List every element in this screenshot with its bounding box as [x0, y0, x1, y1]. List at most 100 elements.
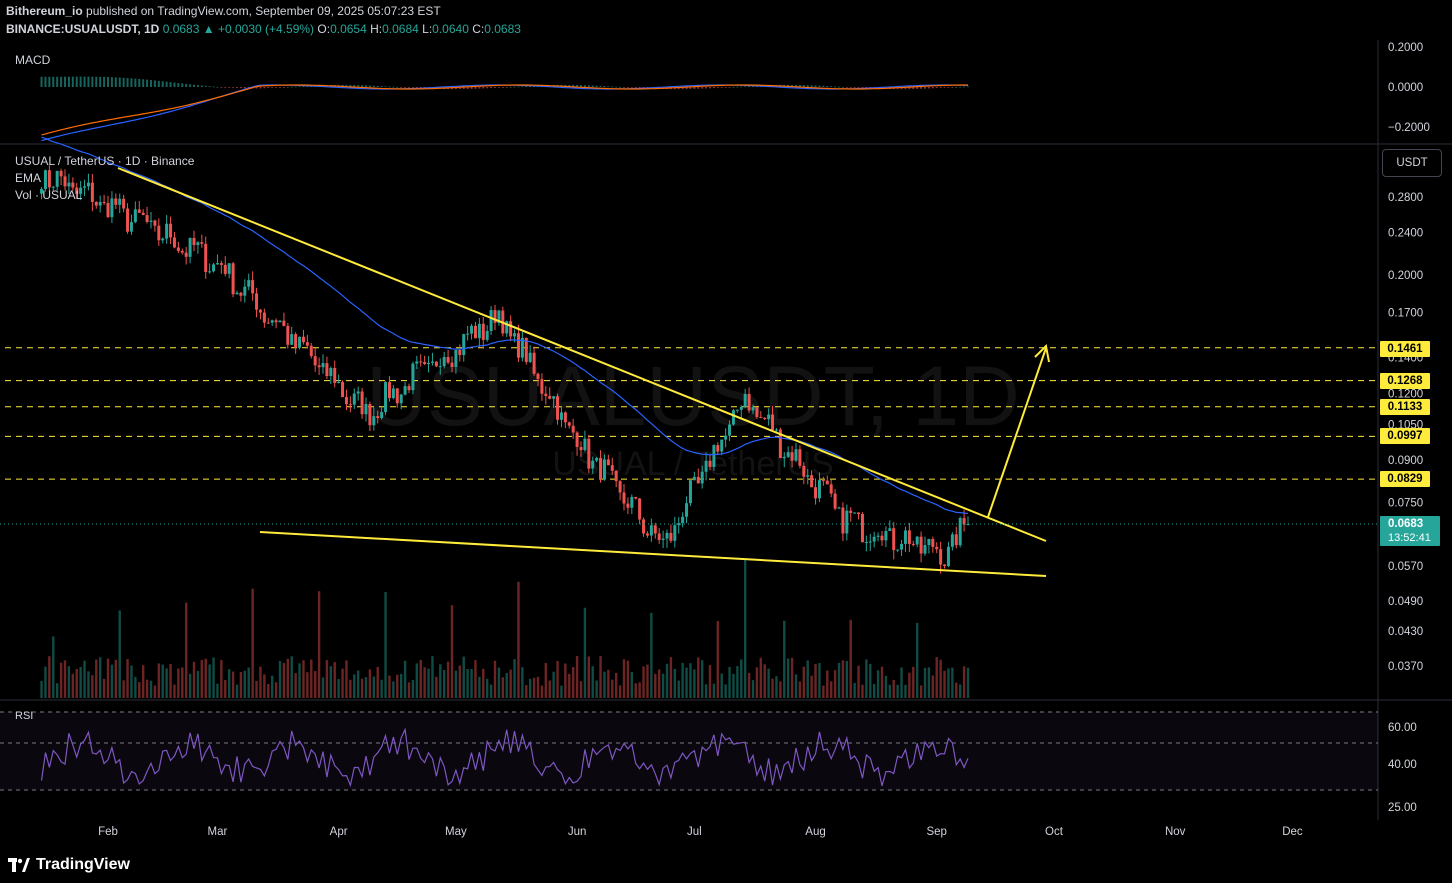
- candle-body: [161, 238, 165, 241]
- volume-bar: [204, 658, 207, 698]
- volume-bar: [165, 668, 168, 698]
- candle-body: [544, 393, 548, 396]
- footer: [0, 847, 1452, 883]
- volume-bar: [591, 666, 594, 698]
- candle-body: [204, 243, 208, 272]
- candle-body: [188, 237, 192, 257]
- candle-body: [341, 382, 345, 398]
- currency-button[interactable]: USDT: [1382, 149, 1442, 177]
- macd-hist-bar: [724, 87, 727, 88]
- rsi-label[interactable]: RSI: [15, 710, 33, 722]
- volume-bar: [95, 659, 98, 698]
- volume-bar: [239, 671, 243, 698]
- time-tick: Jun: [568, 826, 587, 838]
- candle-body: [126, 208, 130, 232]
- macd-hist-bar: [286, 86, 289, 88]
- volume-bar: [880, 666, 884, 698]
- macd-hist-bar: [505, 87, 508, 88]
- volume-bar: [923, 667, 927, 698]
- candle-body: [247, 280, 251, 287]
- macd-hist-bar: [693, 87, 696, 89]
- candle-body: [286, 325, 290, 345]
- lower-trendline[interactable]: [259, 531, 1047, 577]
- candle-body: [767, 414, 771, 420]
- volume-bar: [184, 602, 188, 698]
- volume-label[interactable]: Vol · USUAL: [15, 188, 82, 202]
- volume-bar: [106, 658, 110, 698]
- volume-bar: [263, 674, 266, 698]
- macd-hist-bar: [380, 86, 383, 87]
- volume-bar: [759, 657, 763, 698]
- macd-hist-bar: [591, 85, 594, 87]
- chart-canvas[interactable]: USUALUSDT, 1D USUAL / TetherUS 0.28000.2…: [0, 0, 1452, 847]
- candle-body: [626, 503, 630, 508]
- candle-body: [857, 512, 861, 515]
- volume-bar: [646, 664, 649, 698]
- volume-bar: [575, 656, 579, 698]
- candle-body: [907, 530, 911, 544]
- candle-body: [880, 535, 884, 541]
- macd-hist-bar: [79, 76, 82, 87]
- tradingview-logo[interactable]: TradingView: [8, 856, 130, 874]
- current-price-badge: 0.0683 13:52:41: [1380, 516, 1440, 546]
- candle-body: [446, 356, 450, 363]
- volume-bar: [720, 673, 723, 698]
- macd-hist-bar: [267, 87, 270, 89]
- volume-bar: [396, 674, 399, 698]
- candle-body: [943, 564, 947, 567]
- candle-body: [317, 365, 321, 368]
- volume-bar: [732, 673, 735, 698]
- macd-line[interactable]: [41, 84, 969, 142]
- macd-hist-bar: [607, 86, 610, 88]
- candle-body: [407, 386, 411, 391]
- candle-body: [634, 496, 638, 499]
- candle-body: [473, 325, 477, 339]
- macd-hist-bar: [470, 87, 473, 89]
- candle-body: [692, 476, 696, 481]
- macd-signal-line[interactable]: [41, 84, 969, 136]
- volume-bar: [736, 666, 739, 698]
- macd-hist-bar: [697, 87, 700, 89]
- macd-hist-bar: [634, 87, 637, 88]
- volume-bar: [900, 667, 903, 698]
- candle-body: [841, 507, 845, 534]
- macd-hist-bar: [67, 76, 70, 87]
- macd-label[interactable]: MACD: [15, 53, 50, 67]
- volume-bar: [876, 670, 880, 698]
- volume-bar: [845, 660, 849, 698]
- volume-bar: [333, 662, 336, 698]
- macd-hist-bar: [396, 86, 399, 88]
- candle-body: [790, 452, 794, 461]
- volume-bar: [161, 664, 164, 698]
- candle-body: [360, 391, 364, 415]
- price-tick: 0.0370: [1388, 661, 1423, 673]
- volume-bar: [517, 581, 520, 698]
- ema-label[interactable]: EMA: [15, 171, 41, 185]
- macd-hist-bar: [826, 86, 829, 87]
- volume-bar: [83, 660, 86, 698]
- candle-body: [329, 368, 333, 377]
- candle-body: [372, 416, 376, 426]
- macd-hist-bar: [368, 85, 371, 87]
- macd-tick: −0.2000: [1388, 122, 1430, 134]
- volume-bar: [294, 673, 297, 698]
- candle-body: [567, 422, 571, 426]
- candle-body: [642, 519, 646, 534]
- candle-body: [141, 212, 145, 216]
- candle-body: [618, 481, 622, 493]
- volume-bar: [532, 677, 536, 698]
- candle-body: [266, 322, 270, 324]
- macd-hist-bar: [134, 78, 137, 87]
- volume-bar: [743, 560, 747, 698]
- macd-hist-bar: [294, 86, 297, 88]
- candle-body: [696, 476, 700, 484]
- macd-hist-bar: [959, 86, 962, 88]
- main-series-title[interactable]: USUAL / TetherUS · 1D · Binance: [15, 154, 194, 168]
- volume-bar: [505, 673, 508, 698]
- candle-body: [661, 538, 665, 541]
- volume-bar: [962, 666, 966, 698]
- macd-hist-bar: [208, 86, 211, 88]
- volume-bar: [583, 607, 587, 698]
- volume-bar: [212, 657, 215, 698]
- volume-bar: [44, 666, 47, 698]
